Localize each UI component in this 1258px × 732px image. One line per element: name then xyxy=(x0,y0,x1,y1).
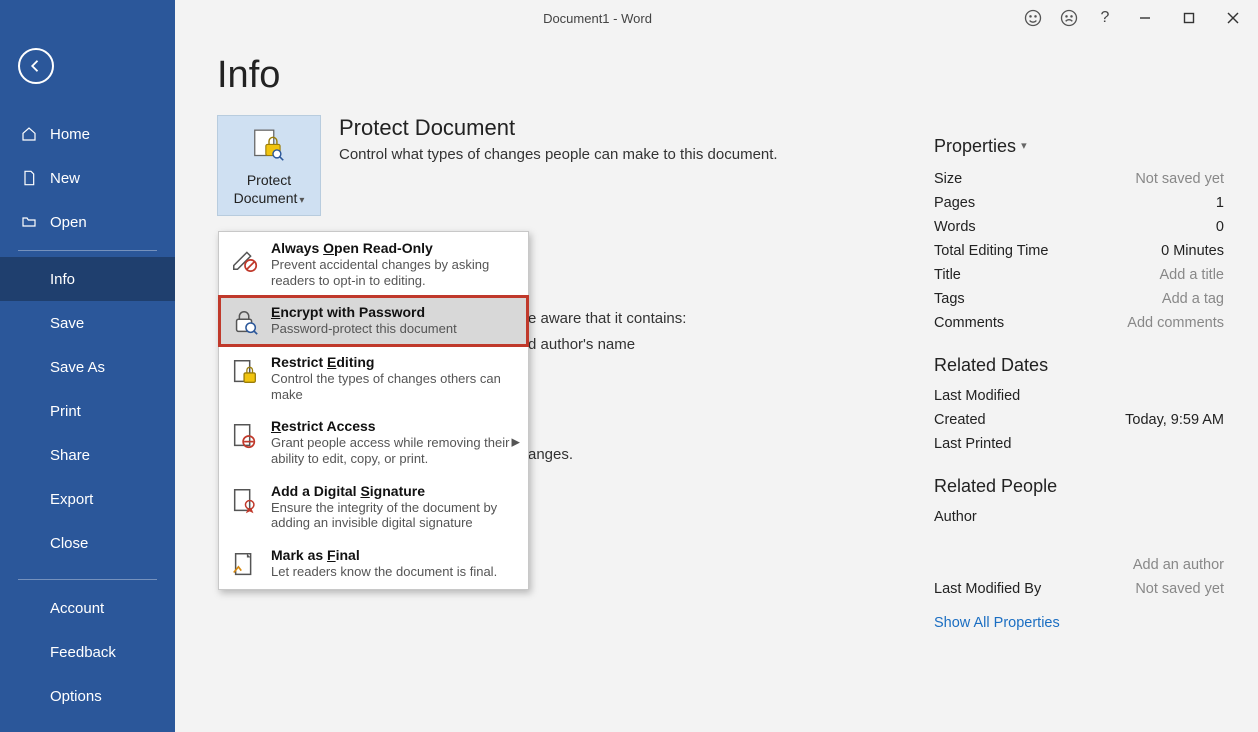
related-dates-header: Related Dates xyxy=(934,355,1224,376)
protect-button-label: Protect Document ▾ xyxy=(222,172,316,207)
lock-document-icon xyxy=(249,126,289,166)
feedback-frown-icon[interactable] xyxy=(1056,5,1082,31)
nav-label: Open xyxy=(50,214,87,231)
nav-label: Export xyxy=(20,491,93,508)
title-bar: Document1 - Word ? xyxy=(175,0,1258,36)
minimize-button[interactable] xyxy=(1128,4,1162,32)
protect-section-title: Protect Document xyxy=(339,115,778,141)
related-people-header: Related People xyxy=(934,476,1224,497)
prop-pages: Pages1 xyxy=(934,195,1224,211)
document-ribbon-icon xyxy=(229,485,261,517)
document-lock-icon xyxy=(229,356,261,388)
protect-document-menu: Always Open Read-Only Prevent accidental… xyxy=(218,231,529,590)
document-restrict-icon xyxy=(229,420,261,452)
menu-encrypt-with-password[interactable]: Encrypt with Password Password-protect t… xyxy=(219,296,528,346)
menu-item-desc: Password-protect this document xyxy=(271,321,457,337)
nav-feedback[interactable]: Feedback xyxy=(0,630,175,674)
maximize-button[interactable] xyxy=(1172,4,1206,32)
prop-last-modified: Last Modified xyxy=(934,388,1224,404)
menu-item-title: Mark as Final xyxy=(271,547,497,563)
prop-tags[interactable]: TagsAdd a tag xyxy=(934,291,1224,307)
document-icon xyxy=(20,169,38,187)
nav-label: New xyxy=(50,170,80,187)
feedback-smile-icon[interactable] xyxy=(1020,5,1046,31)
nav-saveas[interactable]: Save As xyxy=(0,345,175,389)
nav-open[interactable]: Open xyxy=(0,200,175,244)
nav-label: Save xyxy=(20,315,84,332)
nav-close[interactable]: Close xyxy=(0,521,175,565)
prop-words: Words0 xyxy=(934,219,1224,235)
nav-share[interactable]: Share xyxy=(0,433,175,477)
nav-separator xyxy=(18,250,157,251)
nav-options[interactable]: Options xyxy=(0,674,175,718)
prop-created: CreatedToday, 9:59 AM xyxy=(934,412,1224,428)
inspect-section-visible-text: e aware that it contains: d author's nam… xyxy=(528,306,686,357)
properties-panel: Properties ▾ SizeNot saved yet Pages1 Wo… xyxy=(934,136,1224,632)
menu-always-open-read-only[interactable]: Always Open Read-Only Prevent accidental… xyxy=(219,232,528,296)
nav-print[interactable]: Print xyxy=(0,389,175,433)
backstage-sidebar: Home New Open Info Save Save As Print Sh… xyxy=(0,0,175,732)
protect-document-button[interactable]: Protect Document ▾ xyxy=(217,115,321,216)
nav-save[interactable]: Save xyxy=(0,301,175,345)
nav-label: Info xyxy=(20,271,75,288)
menu-item-desc: Prevent accidental changes by asking rea… xyxy=(271,257,518,288)
nav-home[interactable]: Home xyxy=(0,112,175,156)
chevron-down-icon: ▾ xyxy=(299,195,304,208)
home-icon xyxy=(20,125,38,143)
page-title: Info xyxy=(217,54,1228,97)
document-final-icon xyxy=(229,549,261,581)
menu-item-title: Add a Digital Signature xyxy=(271,483,518,499)
submenu-arrow-icon: ▶ xyxy=(512,436,520,449)
nav-label: Account xyxy=(20,600,104,617)
show-all-properties-link[interactable]: Show All Properties xyxy=(934,615,1060,631)
help-icon[interactable]: ? xyxy=(1092,5,1118,31)
menu-add-digital-signature[interactable]: Add a Digital Signature Ensure the integ… xyxy=(219,475,528,539)
nav-info[interactable]: Info xyxy=(0,257,175,301)
menu-restrict-access[interactable]: Restrict Access Grant people access whil… xyxy=(219,410,528,474)
nav-new[interactable]: New xyxy=(0,156,175,200)
prop-comments[interactable]: CommentsAdd comments xyxy=(934,315,1224,331)
nav-account[interactable]: Account xyxy=(0,586,175,630)
folder-open-icon xyxy=(20,213,38,231)
menu-restrict-editing[interactable]: Restrict Editing Control the types of ch… xyxy=(219,346,528,410)
menu-item-desc: Let readers know the document is final. xyxy=(271,564,497,580)
prop-last-printed: Last Printed xyxy=(934,436,1224,452)
properties-header[interactable]: Properties ▾ xyxy=(934,136,1224,157)
menu-item-title: Restrict Editing xyxy=(271,354,518,370)
pencil-no-icon xyxy=(229,242,261,274)
nav-label: Home xyxy=(50,126,90,143)
prop-size: SizeNot saved yet xyxy=(934,171,1224,187)
chevron-down-icon: ▾ xyxy=(1021,139,1027,152)
prop-editing-time: Total Editing Time0 Minutes xyxy=(934,243,1224,259)
menu-item-desc: Grant people access while removing their… xyxy=(271,435,518,466)
nav-label: Options xyxy=(20,688,102,705)
prop-add-author[interactable]: Add an author xyxy=(934,557,1224,573)
prop-title[interactable]: TitleAdd a title xyxy=(934,267,1224,283)
menu-mark-as-final[interactable]: Mark as Final Let readers know the docum… xyxy=(219,539,528,589)
nav-export[interactable]: Export xyxy=(0,477,175,521)
window-title: Document1 - Word xyxy=(175,11,1020,26)
nav-label: Save As xyxy=(20,359,105,376)
lock-key-icon xyxy=(229,306,261,338)
prop-last-modified-by: Last Modified ByNot saved yet xyxy=(934,581,1224,597)
nav-label: Close xyxy=(20,535,88,552)
back-button[interactable] xyxy=(18,48,54,84)
close-button[interactable] xyxy=(1216,4,1250,32)
nav-label: Print xyxy=(20,403,81,420)
prop-author: Author xyxy=(934,509,1224,525)
menu-item-title: Restrict Access xyxy=(271,418,518,434)
menu-item-title: Encrypt with Password xyxy=(271,304,457,320)
nav-label: Share xyxy=(20,447,90,464)
manage-section-visible-text: anges. xyxy=(528,446,573,463)
protect-section-desc: Control what types of changes people can… xyxy=(339,145,778,165)
menu-item-title: Always Open Read-Only xyxy=(271,240,518,256)
menu-item-desc: Ensure the integrity of the document by … xyxy=(271,500,518,531)
nav-label: Feedback xyxy=(20,644,116,661)
menu-item-desc: Control the types of changes others can … xyxy=(271,371,518,402)
nav-separator xyxy=(18,579,157,580)
